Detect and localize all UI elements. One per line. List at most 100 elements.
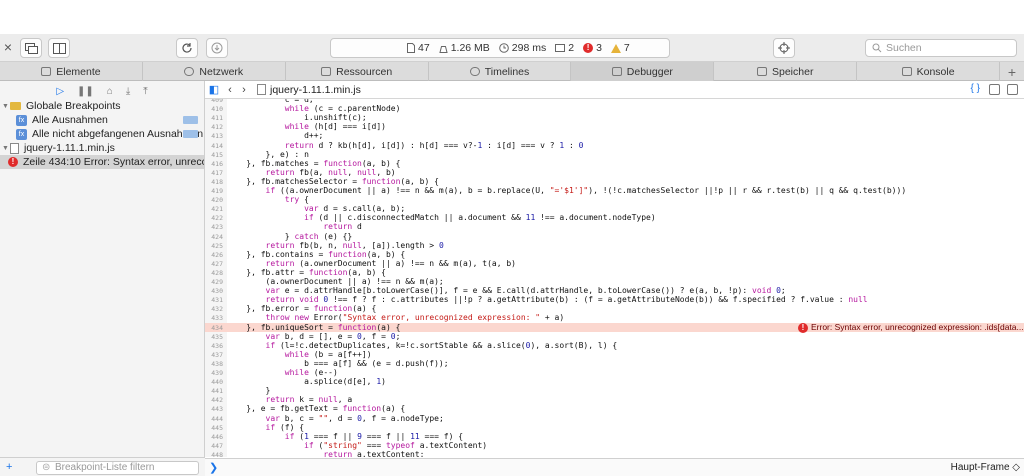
code-line[interactable]: 419 if ((a.ownerDocument || a) !== n && … xyxy=(205,186,1024,195)
error-icon: ! xyxy=(8,157,18,167)
forward-icon[interactable]: › xyxy=(237,84,251,96)
code-line[interactable]: 445 if (f) { xyxy=(205,423,1024,432)
code-line[interactable]: 423 return d xyxy=(205,222,1024,231)
details-icon[interactable] xyxy=(1007,84,1018,95)
add-breakpoint-icon[interactable]: + xyxy=(6,461,12,473)
step-into-icon[interactable]: ⤓ xyxy=(126,86,130,97)
breakpoint-flag-icon[interactable] xyxy=(183,116,198,124)
sidebar-toggle-icon[interactable]: ◧ xyxy=(205,83,223,96)
code-text: }, fb.error = function(a) { xyxy=(227,304,377,314)
code-view[interactable]: 409 c = d; 410 while (c = c.parentNode) 41… xyxy=(205,99,1024,457)
tree-uncaught-exceptions[interactable]: fx Alle nicht abgefangenen Ausnahmen xyxy=(0,127,204,141)
code-line[interactable]: 430 var e = d.attrHandle[b.toLowerCase()… xyxy=(205,286,1024,295)
tree-all-exceptions[interactable]: fx Alle Ausnahmen xyxy=(0,113,204,127)
code-line[interactable]: 413 d++; xyxy=(205,131,1024,140)
reload-button[interactable] xyxy=(176,38,198,58)
frame-selector[interactable]: Haupt-Frame ◇ xyxy=(951,462,1020,473)
breakpoint-flag-icon[interactable] xyxy=(183,130,198,138)
reload-icon xyxy=(182,43,192,53)
close-icon[interactable]: × xyxy=(2,40,14,54)
dock-side-button[interactable] xyxy=(48,38,70,58)
code-line[interactable]: 414 return d ? kb(h[d], i[d]) : h[d] ===… xyxy=(205,141,1024,150)
resources-count[interactable]: 47 xyxy=(407,42,430,54)
warning-count[interactable]: 7 xyxy=(610,42,630,54)
code-text: if (f) { xyxy=(265,422,305,432)
code-line[interactable]: 427 return (a.ownerDocument || a) !== n … xyxy=(205,259,1024,268)
code-line[interactable]: 421 var d = s.call(a, b); xyxy=(205,204,1024,213)
code-line[interactable]: 429 (a.ownerDocument || a) !== n && m(a)… xyxy=(205,277,1024,286)
code-line[interactable]: 426 }, fb.contains = function(a, b) { xyxy=(205,250,1024,259)
code-line[interactable]: 442 return k = null, a xyxy=(205,395,1024,404)
breadcrumb[interactable]: jquery-1.11.1.min.js xyxy=(257,84,361,96)
download-button[interactable] xyxy=(206,38,228,58)
pretty-print-icon[interactable]: { } xyxy=(971,83,980,94)
code-line[interactable]: 438 b === a[f] && (e = d.push(f)); xyxy=(205,359,1024,368)
code-line[interactable]: 435 var b, d = [], e = 0, f = 0; xyxy=(205,332,1024,341)
code-line[interactable]: 422 if (d || c.disconnectedMatch || a.do… xyxy=(205,213,1024,222)
back-icon[interactable]: ‹ xyxy=(223,84,237,96)
code-line[interactable]: 444 var b, c = "", d = 0, f = a.nodeType… xyxy=(205,414,1024,423)
code-line[interactable]: 439 while (e--) xyxy=(205,368,1024,377)
code-line[interactable]: 420 try { xyxy=(205,195,1024,204)
code-line[interactable]: 447 if ("string" === typeof a.textConten… xyxy=(205,441,1024,450)
code-line[interactable]: 443 }, e = fb.getText = function(a) { xyxy=(205,404,1024,413)
code-line[interactable]: 428 }, fb.attr = function(a, b) { xyxy=(205,268,1024,277)
tree-jquery-file[interactable]: ▼ jquery-1.11.1.min.js xyxy=(0,141,204,155)
search-icon xyxy=(872,43,882,53)
code-line[interactable]: 436 if (l=!c.detectDuplicates, k=!c.sort… xyxy=(205,341,1024,350)
tree-error-breakpoint[interactable]: ! Zeile 434:10 Error: Syntax error, unre… xyxy=(0,155,204,169)
code-text: i.unshift(c); xyxy=(227,113,367,123)
code-line[interactable]: 446 if (1 === f || 9 === f || 11 === f) … xyxy=(205,432,1024,441)
code-line[interactable]: 416 }, fb.matches = function(a, b) { xyxy=(205,159,1024,168)
code-line[interactable]: 440 a.splice(d[e], 1) xyxy=(205,377,1024,386)
tab-netzwerk[interactable]: Netzwerk xyxy=(143,62,286,81)
code-text: while (e--) xyxy=(284,368,338,377)
tab-timelines[interactable]: Timelines xyxy=(429,62,572,81)
tree-global-breakpoints[interactable]: ▼ Globale Breakpoints xyxy=(0,99,204,113)
code-line[interactable]: 431 return void 0 !== f ? f : c.attribut… xyxy=(205,295,1024,304)
filter-icon: ⊜ xyxy=(42,462,51,473)
code-line[interactable]: 437 while (b = a[f++]) xyxy=(205,350,1024,359)
code-line[interactable]: 425 return fb(b, n, null, [a]).length > … xyxy=(205,241,1024,250)
editor-navigation-bar: ◧ ‹ › jquery-1.11.1.min.js { } xyxy=(205,81,1024,99)
code-line[interactable]: 411 i.unshift(c); xyxy=(205,113,1024,122)
breakpoints-toggle-icon[interactable]: ▷ xyxy=(56,86,64,97)
code-line[interactable]: 415 }, e) : n xyxy=(205,150,1024,159)
step-over-icon[interactable]: ⌂ xyxy=(107,86,113,97)
resources-size[interactable]: 1.26 MB xyxy=(439,42,490,54)
pause-icon[interactable]: ❚❚ xyxy=(77,86,94,97)
quick-console[interactable]: ❯ Haupt-Frame ◇ xyxy=(205,458,1024,476)
code-text: return (a.ownerDocument || a) !== n && m… xyxy=(265,258,516,268)
tab-speicher[interactable]: Speicher xyxy=(714,62,858,81)
detach-button[interactable] xyxy=(20,38,42,58)
tab-debugger[interactable]: Debugger xyxy=(571,62,715,81)
tab-elemente[interactable]: Elemente xyxy=(0,62,143,81)
code-line[interactable]: 448 return a.textContent; xyxy=(205,450,1024,457)
code-text: return k = null, a xyxy=(265,395,353,405)
code-line[interactable]: 418 }, fb.matchesSelector = function(a, … xyxy=(205,177,1024,186)
code-line[interactable]: 417 return fb(a, null, null, b) xyxy=(205,168,1024,177)
type-icon[interactable] xyxy=(989,84,1000,95)
breakpoint-filter-input[interactable]: ⊜ Breakpoint-Liste filtern xyxy=(36,461,199,475)
log-count[interactable]: 2 xyxy=(555,42,574,54)
step-out-icon[interactable]: ⤒ xyxy=(143,86,147,97)
code-line[interactable]: 434 }, fb.uniqueSort = function(a) {! Err… xyxy=(205,322,1024,333)
line-number[interactable]: 448 xyxy=(205,451,223,457)
tab-konsole[interactable]: Konsole xyxy=(857,62,1001,81)
exception-icon: fx xyxy=(16,114,27,126)
tab-ressourcen[interactable]: Ressourcen xyxy=(286,62,429,81)
code-line[interactable]: 441 } xyxy=(205,386,1024,395)
code-line[interactable]: 410 while (c = c.parentNode) xyxy=(205,104,1024,113)
code-line[interactable]: 433 throw new Error("Syntax error, unrec… xyxy=(205,313,1024,322)
inspect-element-button[interactable] xyxy=(773,38,795,58)
code-line[interactable]: 424 } catch (e) {} xyxy=(205,232,1024,241)
disclosure-icon[interactable]: ▼ xyxy=(2,145,10,152)
debugger-controls: ▷ ❚❚ ⌂ ⤓ ⤒ xyxy=(0,81,204,99)
code-line[interactable]: 412 while (h[d] === i[d]) xyxy=(205,122,1024,131)
search-input[interactable]: Suchen xyxy=(865,39,1017,57)
error-count[interactable]: ! 3 xyxy=(583,42,602,54)
load-time[interactable]: 298 ms xyxy=(498,42,546,54)
code-line[interactable]: 432 }, fb.error = function(a) { xyxy=(205,304,1024,313)
new-tab-button[interactable]: + xyxy=(1000,62,1024,81)
disclosure-icon[interactable]: ▼ xyxy=(2,103,10,110)
